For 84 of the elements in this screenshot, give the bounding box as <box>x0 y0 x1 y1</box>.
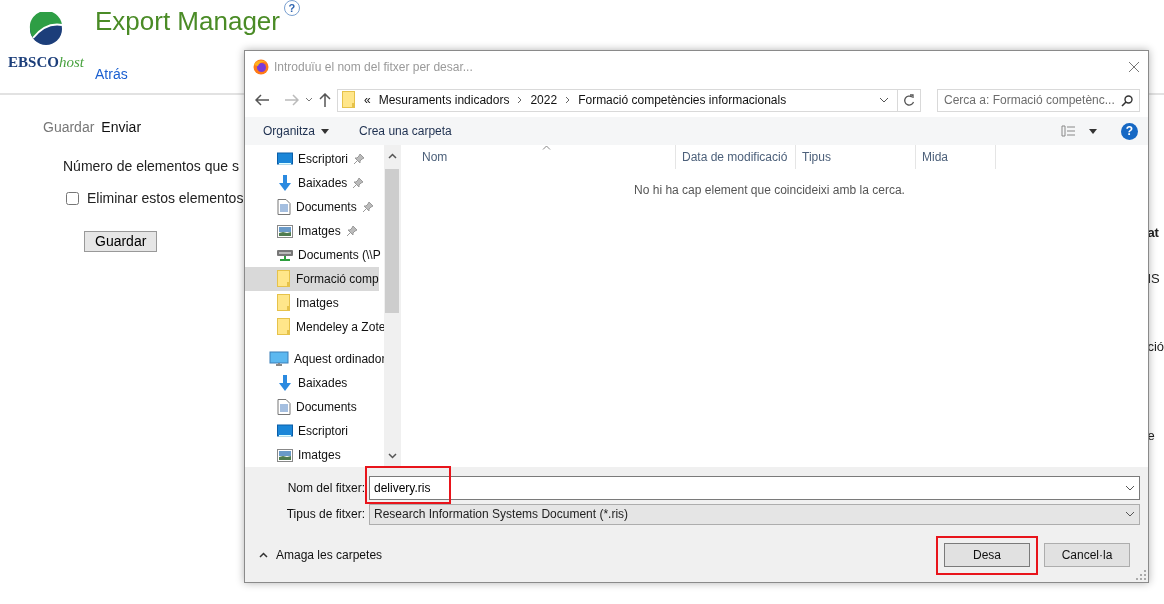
nav-item[interactable]: Documents <box>245 195 374 219</box>
list-view-icon <box>1061 125 1077 137</box>
monitor-icon <box>277 152 293 166</box>
browser-logo-icon <box>253 59 269 75</box>
nav-item[interactable]: Escriptori <box>245 419 348 443</box>
address-bar[interactable]: « Mesuraments indicadors 2022 Formació competències informacionals <box>337 88 921 112</box>
caret-icon <box>1089 128 1097 134</box>
scrollbar[interactable] <box>384 145 400 467</box>
chevron-up-icon <box>259 552 268 558</box>
picture-icon <box>277 224 293 238</box>
save-button[interactable]: Guardar <box>84 231 158 252</box>
scroll-up-icon <box>387 153 397 159</box>
tab[interactable]: Guardar <box>43 117 95 138</box>
dialog-title: Introduïu el nom del fitxer per desar... <box>274 59 474 76</box>
pin-icon <box>345 225 358 237</box>
text-fragment: IS <box>1147 269 1161 288</box>
nav-item[interactable]: Documents (\\P <box>245 243 381 267</box>
chevron-down-icon <box>1125 511 1135 517</box>
tab[interactable]: Enviar <box>101 117 142 138</box>
cancel-button[interactable]: Cancel·la <box>1044 543 1130 567</box>
download-icon <box>277 375 293 391</box>
nav-item[interactable]: Baixades <box>245 171 365 195</box>
dropdown-caret-icon[interactable] <box>305 97 313 103</box>
breadcrumb-item[interactable]: Formació competències informacionals <box>578 91 787 109</box>
network-drive-icon <box>277 248 293 262</box>
nav-item[interactable]: Imatges <box>245 443 341 467</box>
scroll-down-icon <box>387 453 397 459</box>
nav-item[interactable]: Baixades <box>245 371 348 395</box>
folder-icon <box>277 294 291 312</box>
document-icon <box>277 399 291 415</box>
checkbox-label: Eliminar estos elementos <box>87 189 244 208</box>
checkbox[interactable] <box>66 192 79 205</box>
folder-icon <box>277 318 291 336</box>
search-field[interactable]: Cerca a: Formació competènc... <box>937 88 1140 112</box>
column-header[interactable]: Nom <box>401 145 676 169</box>
logo-text: EBSCOhost <box>8 53 84 72</box>
help-icon[interactable]: ? <box>1121 122 1138 140</box>
breadcrumb-item[interactable]: 2022 <box>530 91 558 109</box>
monitor-icon <box>277 424 293 438</box>
pin-icon <box>353 153 365 165</box>
download-icon <box>277 175 293 191</box>
page-title: Export Manager <box>95 5 280 34</box>
nav-item[interactable]: Documents <box>245 395 357 419</box>
count-label: Número de elementos que s <box>63 157 239 176</box>
folder-icon <box>342 91 356 109</box>
resize-grip-icon <box>1136 570 1146 580</box>
overflow-chevron[interactable]: « <box>364 91 371 109</box>
toolbar-button[interactable]: Organitza <box>263 122 330 140</box>
hide-folders-button[interactable]: Amaga les carpetes <box>259 546 383 564</box>
picture-icon <box>277 448 293 462</box>
document-icon <box>277 199 291 215</box>
save-button[interactable]: Desa <box>944 543 1030 567</box>
nav-item[interactable]: Imatges <box>245 291 339 315</box>
folder-icon <box>277 270 291 288</box>
toolbar-button[interactable]: Crea una carpeta <box>359 122 452 140</box>
nav-item[interactable]: Mendeley a Zote <box>245 315 384 339</box>
column-header[interactable]: Tipus <box>796 145 916 169</box>
back-arrow-icon[interactable] <box>255 94 269 106</box>
chevron-right-icon <box>565 96 571 104</box>
close-icon[interactable] <box>1128 61 1140 73</box>
chevron-down-icon[interactable] <box>879 97 889 103</box>
pin-icon <box>352 177 365 189</box>
view-options-button[interactable] <box>1061 125 1097 137</box>
sort-caret-icon <box>542 145 551 150</box>
empty-message: No hi ha cap element que coincideixi amb la cerca. <box>633 182 906 199</box>
computer-icon <box>269 351 289 367</box>
nav-item[interactable]: Escriptori <box>245 147 365 171</box>
column-header[interactable]: Data de modificació <box>676 145 796 169</box>
column-header[interactable]: Mida <box>916 145 996 169</box>
up-arrow-icon[interactable] <box>319 93 331 107</box>
field-label: Nom del fitxer: <box>286 480 366 497</box>
chevron-right-icon <box>517 96 523 104</box>
nav-item[interactable]: Imatges <box>245 219 358 243</box>
field-label: Tipus de fitxer: <box>285 506 366 523</box>
pin-icon <box>361 201 374 213</box>
globe-logo-icon <box>29 12 63 46</box>
chevron-down-icon[interactable] <box>1125 485 1135 491</box>
breadcrumb-item[interactable]: Mesuraments indicadors <box>378 91 510 109</box>
refresh-icon[interactable] <box>903 93 915 107</box>
nav-item[interactable]: Formació comp <box>245 267 379 291</box>
search-icon <box>1121 94 1133 107</box>
caret-icon <box>321 128 330 134</box>
file-type-dropdown[interactable]: Research Information Systems Document (*.ris) <box>369 503 1140 525</box>
filename-field[interactable]: delivery.ris <box>369 476 1140 500</box>
